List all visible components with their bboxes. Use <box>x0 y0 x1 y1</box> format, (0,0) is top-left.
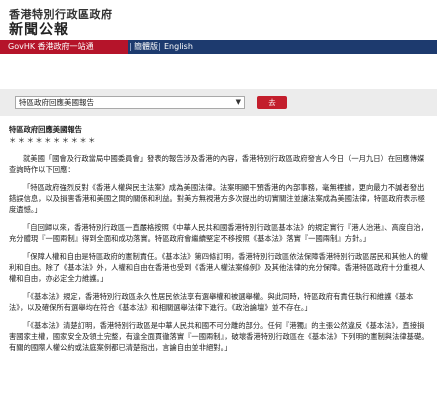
article-paragraph: 「自回歸以來，香港特別行政區一直嚴格按照《中華人民共和國香港特別行政區基本法》的… <box>9 223 428 243</box>
site-header: 香港特別行政區政府 新聞公報 <box>0 0 437 40</box>
article-toolbar: 特區政府回應美國報告 ▼ 去 <box>0 89 437 116</box>
chevron-down-icon: ▼ <box>235 98 241 106</box>
article-paragraph: 「特區政府強烈反對《香港人權與民主法案》成為美國法律。法案明顯干預香港的內部事務… <box>9 183 425 214</box>
article-paragraph: 「保障人權和自由是特區政府的憲制責任。《基本法》第四條訂明，香港特別行政區依法保… <box>9 252 428 283</box>
page-title: 新聞公報 <box>9 22 69 38</box>
english-link[interactable]: English <box>164 40 193 54</box>
go-button[interactable]: 去 <box>257 96 287 109</box>
nav-divider <box>159 43 160 51</box>
top-nav-bar: GovHK 香港政府一站通 簡體版 English <box>0 40 437 54</box>
simplified-chinese-link[interactable]: 簡體版 <box>134 40 158 54</box>
nav-divider <box>130 43 131 51</box>
article-paragraph: 「《基本法》清楚訂明，香港特別行政區是中華人民共和國不可分離的部分。任何『港獨』… <box>9 321 429 352</box>
article-heading: 特區政府回應美國報告 <box>9 125 82 134</box>
article-select[interactable]: 特區政府回應美國報告 ▼ <box>15 96 245 109</box>
article-select-value: 特區政府回應美國報告 <box>19 98 94 107</box>
article-divider: ＊＊＊＊＊＊＊＊＊＊ <box>9 136 97 145</box>
article-body: 特區政府回應美國報告 ＊＊＊＊＊＊＊＊＊＊ 就美國「國會及行政當局中國委員會」發… <box>9 124 430 360</box>
article-paragraph: 「《基本法》規定，香港特別行政區永久性居民依法享有選舉權和被選舉權。與此同時，特… <box>9 292 414 312</box>
govhk-link[interactable]: GovHK 香港政府一站通 <box>0 40 128 54</box>
article-paragraph: 就美國「國會及行政當局中國委員會」發表的報告涉及香港的內容，香港特別行政區政府發… <box>9 154 425 174</box>
